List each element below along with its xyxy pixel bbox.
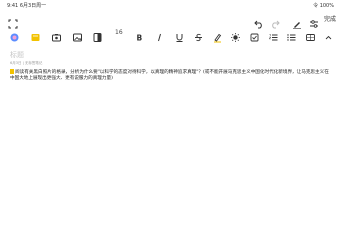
- status-time: 9:41 6月3日周一: [7, 3, 47, 9]
- redo-icon[interactable]: [270, 14, 280, 29]
- bullet-list-icon[interactable]: [286, 28, 297, 41]
- camera-icon[interactable]: [51, 28, 62, 42]
- table-icon[interactable]: [305, 28, 316, 41]
- italic-icon[interactable]: [154, 28, 165, 42]
- top-bar: 完成: [0, 11, 342, 29]
- pen-icon[interactable]: [292, 14, 302, 29]
- text-cursor-marker: [10, 69, 14, 74]
- note-body-text: 阅读有关黑白照片的格录，分析为什么要"以科学的态度对待科学，以真理的精神追求真理…: [10, 70, 329, 82]
- status-bar: 9:41 6月3日周一 令 100%: [0, 0, 342, 11]
- sticker-icon[interactable]: [30, 28, 41, 41]
- image-icon[interactable]: [72, 28, 83, 42]
- font-size-button[interactable]: 16: [115, 29, 123, 36]
- chevron-up-icon[interactable]: [323, 28, 334, 40]
- settings-icon[interactable]: [309, 14, 319, 28]
- ai-icon[interactable]: [9, 28, 20, 42]
- status-indicators: 令 100%: [313, 3, 334, 9]
- svg-text:B: B: [137, 34, 143, 43]
- expand-icon[interactable]: [8, 14, 18, 29]
- highlight-icon[interactable]: [212, 28, 223, 43]
- checkbox-icon[interactable]: [249, 28, 260, 42]
- text-color-icon[interactable]: [230, 28, 241, 42]
- formatting-toolbar: 16 B: [0, 28, 342, 44]
- bold-icon[interactable]: B: [134, 28, 145, 43]
- note-meta: 6月3日 | 无标签笔记: [10, 61, 43, 65]
- note-body[interactable]: 阅读有关黑白照片的格录，分析为什么要"以科学的态度对待科学，以真理的精神追求真理…: [10, 69, 330, 82]
- done-button[interactable]: 完成: [324, 14, 336, 23]
- note-title-placeholder[interactable]: 标题: [10, 50, 24, 60]
- undo-icon[interactable]: [254, 14, 264, 29]
- strikethrough-icon[interactable]: [193, 28, 204, 42]
- attachment-icon[interactable]: [92, 28, 103, 42]
- ordered-list-icon[interactable]: [268, 28, 279, 41]
- underline-icon[interactable]: [174, 28, 185, 42]
